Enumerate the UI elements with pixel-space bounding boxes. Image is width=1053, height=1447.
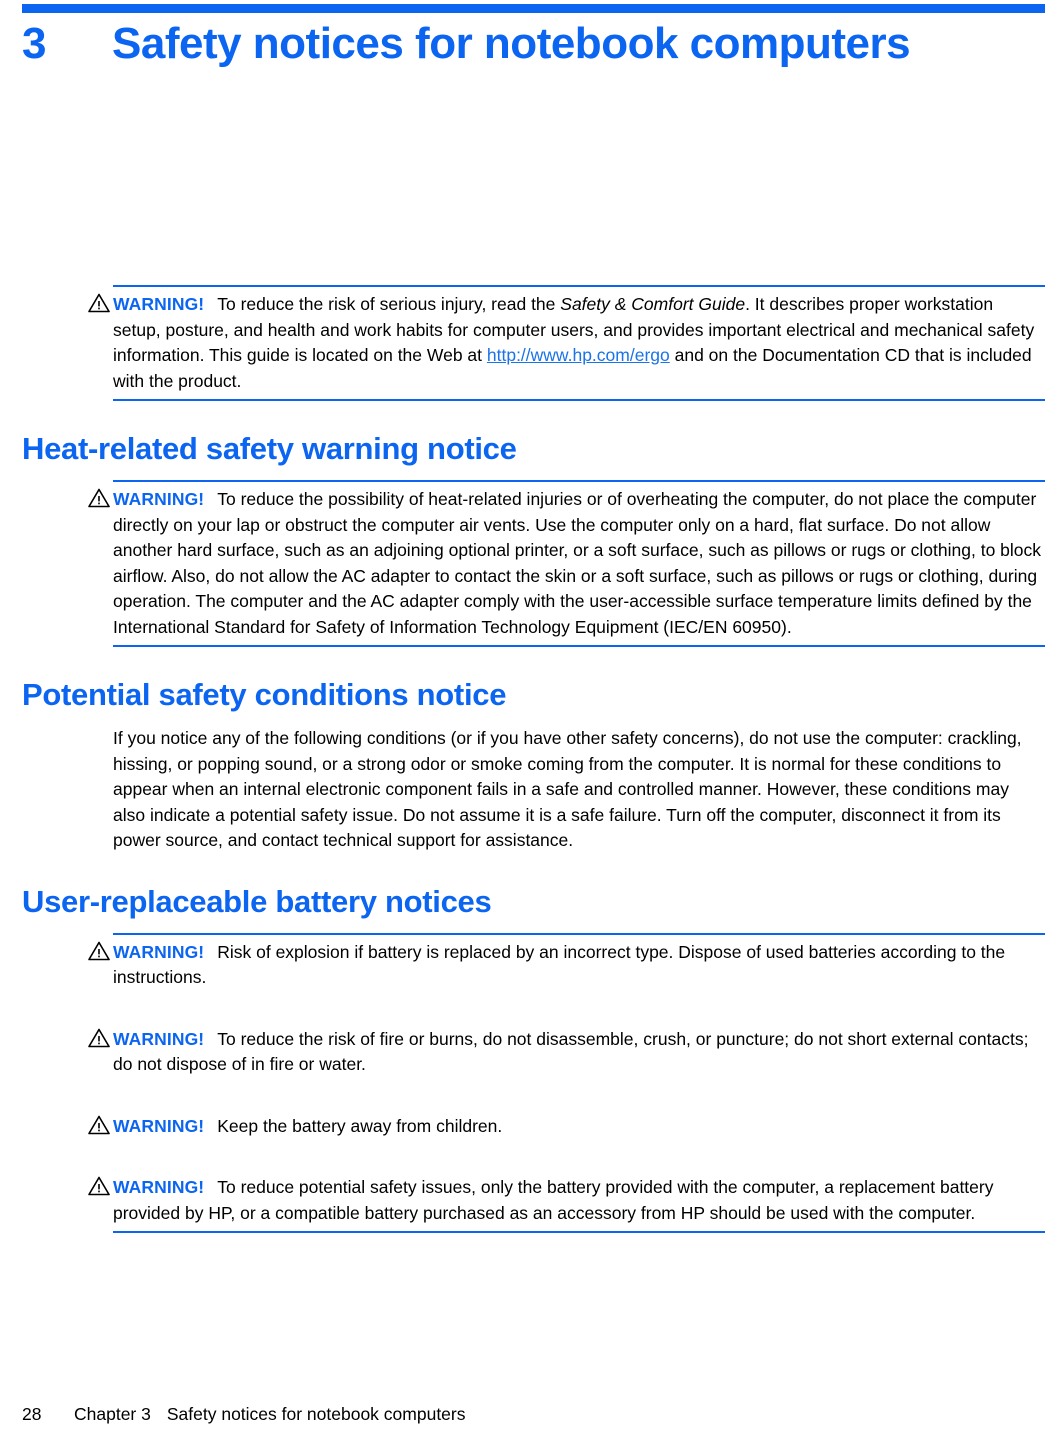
note-battery-fire-burns: WARNING! To reduce the risk of fire or bu… [0,1020,1053,1085]
note-top-rule [113,285,1045,287]
note-battery-approved-type: WARNING! To reduce potential safety issue… [0,1168,1053,1233]
note-body: WARNING! To reduce the risk of fire or bu… [113,1020,1045,1085]
warning-label: WARNING! [113,1115,205,1136]
note-body: WARNING! Risk of explosion if battery is … [113,933,1045,998]
warning-label: WARNING! [113,294,205,314]
warning-triangle-icon [88,1176,110,1196]
warning-triangle-icon [88,1115,110,1135]
note-safety-comfort-guide: WARNING! To reduce the risk of serious in… [0,285,1053,401]
warning-triangle-icon [88,941,110,961]
section-heading-heat-related: Heat-related safety warning notice [22,431,517,466]
note-body: WARNING! To reduce the possibility of hea… [113,480,1045,647]
note-text: To reduce potential safety issues, only … [113,1177,994,1223]
chapter-number: 3 [22,19,46,68]
note-text: Risk of explosion if battery is replaced… [113,941,1006,988]
warning-label: WARNING! [113,1028,205,1049]
note-battery-explosion: WARNING! Risk of explosion if battery is … [0,932,1053,998]
note-bottom-rule [113,1231,1045,1233]
paragraph-potential-safety: If you notice any of the following condi… [113,728,1022,850]
note-text: To reduce the possibility of heat-relate… [113,489,1042,637]
chapter-title-text: Safety notices for notebook computers [112,19,911,68]
note-top-rule [113,480,1045,482]
warning-label: WARNING! [113,1177,205,1197]
warning-label: WARNING! [113,489,205,509]
note-body: WARNING! Keep the battery away from child… [113,1107,1045,1147]
note-text-part1: To reduce the risk of serious injury, re… [217,294,561,314]
note-bottom-rule [113,645,1045,647]
section-heading-potential-safety: Potential safety conditions notice [22,677,507,712]
warning-triangle-icon [88,488,110,508]
warning-triangle-icon [88,1028,110,1048]
chapter-title: 3 Safety notices for notebook computers [22,18,1036,70]
hp-ergo-link[interactable]: http://www.hp.com/ergo [487,345,670,365]
note-text: To reduce the risk of fire or burns, do … [113,1028,1029,1075]
document-page: 3 Safety notices for notebook computers … [0,0,1053,1447]
page-footer: 28 Chapter 3 Safety notices for notebook… [22,1403,466,1425]
footer-chapter-label: Chapter 3 [74,1404,151,1424]
warning-triangle-icon [88,293,110,313]
note-body: WARNING! To reduce potential safety issue… [113,1168,1045,1233]
header-accent-rule [22,4,1045,13]
footer-chapter-title: Safety notices for notebook computers [166,1404,466,1424]
page-content: WARNING! To reduce the risk of serious in… [0,285,1053,1233]
note-battery-children: WARNING! Keep the battery away from child… [0,1107,1053,1147]
footer-page-number: 28 [22,1404,42,1424]
note-italic-title: Safety & Comfort Guide [560,294,746,314]
note-heat-related: WARNING! To reduce the possibility of hea… [0,480,1053,647]
note-text: Keep the battery away from children. [217,1115,503,1136]
warning-label: WARNING! [113,941,205,962]
section-heading-battery-notices: User-replaceable battery notices [22,883,492,919]
note-top-rule [113,932,1045,935]
note-body: WARNING! To reduce the risk of serious in… [113,285,1045,401]
note-bottom-rule [113,399,1045,401]
